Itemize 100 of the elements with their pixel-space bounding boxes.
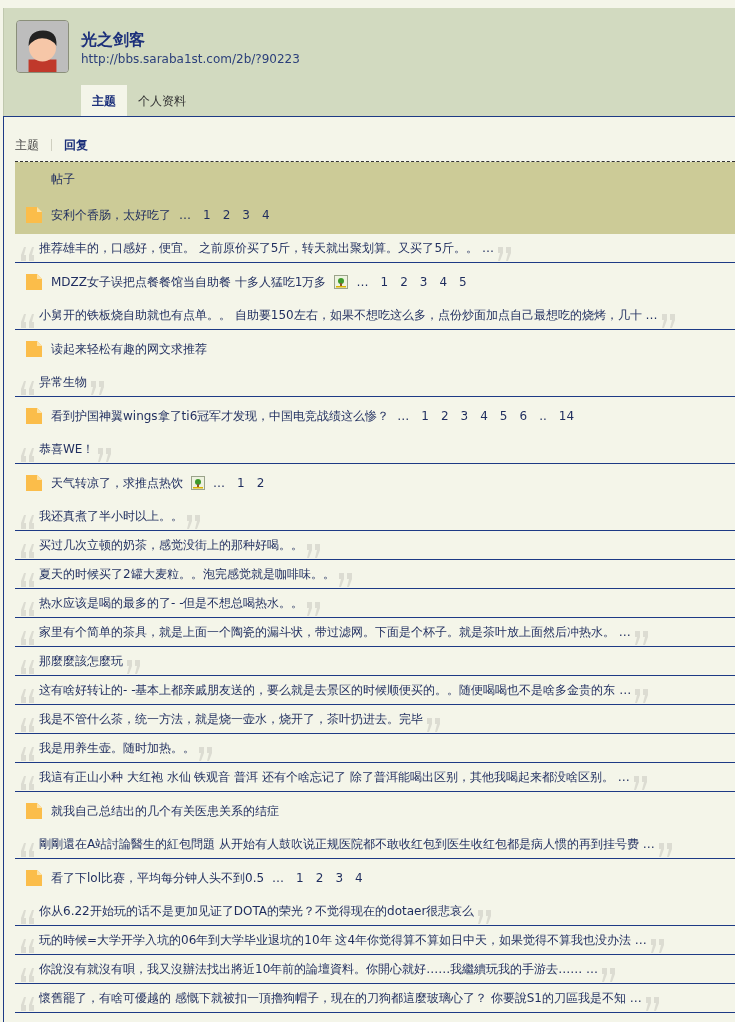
close-quote-icon: [197, 747, 215, 759]
thread-title-link[interactable]: 看了下lol比赛，平均每分钟人头不到0.5: [51, 869, 265, 887]
open-quote-icon: [19, 602, 37, 614]
open-quote-icon: [19, 381, 37, 393]
open-quote-icon: [19, 247, 37, 259]
open-quote-icon: [19, 660, 37, 672]
open-quote-icon: [19, 573, 37, 585]
page-link[interactable]: 2: [440, 407, 449, 425]
filter-tab[interactable]: 主题: [15, 136, 39, 154]
close-quote-icon: [89, 381, 107, 393]
document-icon: [25, 273, 43, 291]
thread-title-link[interactable]: 天气转凉了，求推点热饮: [51, 474, 183, 492]
thread-title-link[interactable]: 安利个香肠，太好吃了: [51, 206, 171, 224]
page-link[interactable]: 14: [558, 407, 575, 425]
open-quote-icon: [19, 689, 37, 701]
page-link[interactable]: 5: [459, 273, 467, 291]
thread-title-link[interactable]: 看到护国神翼wings拿了ti6冠军才发现，中国电竞战绩这么惨？: [51, 407, 390, 425]
ellipsis: …: [179, 207, 191, 224]
reply-excerpt: 剛剛還在A站討論醫生的紅包問題 从开始有人鼓吹说正规医院都不敢收红包到医生收红包都是病人惯的再到挂号费 …: [39, 836, 655, 853]
page-link[interactable]: 2: [222, 206, 231, 224]
open-quote-icon: [19, 776, 37, 788]
profile-tab[interactable]: 个人资料: [127, 85, 197, 116]
page-link[interactable]: 4: [355, 869, 363, 887]
open-quote-icon: [19, 718, 37, 730]
reply-excerpt: 这有啥好转让的- -基本上都亲戚朋友送的，要么就是去景区的时候顺便买的。。随便喝喝也不是啥多金贵的东 …: [39, 682, 632, 699]
column-header: 帖子: [51, 171, 75, 188]
page-link[interactable]: 5: [499, 407, 508, 425]
thread-title-link[interactable]: 读起来轻松有趣的网文求推荐: [51, 340, 207, 358]
open-quote-icon: [19, 843, 37, 855]
ellipsis: …: [356, 274, 369, 291]
reply-excerpt: 我还真煮了半小时以上。。: [39, 508, 183, 525]
reply-excerpt: 我是用养生壶。随时加热。。: [39, 740, 195, 757]
open-quote-icon: [19, 939, 37, 951]
filter-tab[interactable]: 回复: [64, 136, 88, 154]
image-icon: [334, 275, 349, 289]
open-quote-icon: [19, 968, 37, 980]
page-link[interactable]: ..: [539, 407, 547, 425]
document-icon: [25, 802, 43, 820]
reply-excerpt: 小舅开的铁板烧自助就也有点单。。 自助要150左右，如果不想吃这么多，点份炒面加点自己最想吃的烧烤，几十 …: [39, 307, 658, 324]
page-link[interactable]: 2: [315, 869, 324, 887]
reply-excerpt: 热水应该是喝的最多的了- -但是不想总喝热水。。: [39, 595, 304, 612]
close-quote-icon: [631, 776, 650, 788]
close-quote-icon: [656, 843, 675, 855]
close-quote-icon: [659, 314, 678, 326]
close-quote-icon: [643, 997, 662, 1009]
open-quote-icon: [19, 544, 37, 556]
reply-excerpt: 夏天的时候买了2罐大麦粒。。泡完感觉就是咖啡味。。: [39, 566, 335, 583]
profile-link[interactable]: http://bbs.saraba1st.com/2b/?90223: [81, 50, 300, 68]
close-quote-icon: [648, 939, 667, 951]
document-icon: [25, 869, 43, 887]
page-link[interactable]: 3: [419, 273, 428, 291]
page-link[interactable]: 4: [480, 407, 488, 425]
ellipsis: …: [213, 475, 225, 492]
page-link[interactable]: 1: [203, 206, 211, 224]
ellipsis: …: [272, 870, 285, 887]
page-link[interactable]: 2: [256, 474, 265, 492]
page-link[interactable]: 4: [261, 206, 270, 224]
open-quote-icon: [19, 747, 37, 759]
page-link[interactable]: 3: [460, 407, 469, 425]
reply-excerpt: 我這有正山小种 大红袍 水仙 铁观音 普洱 还有个啥忘记了 除了普洱能喝出区别，其他我喝起来都没啥区别。 …: [39, 769, 630, 786]
profile-tab[interactable]: 主题: [81, 85, 127, 116]
page-link[interactable]: 6: [519, 407, 528, 425]
reply-excerpt: 家里有个简单的茶具，就是上面一个陶瓷的漏斗状，带过滤网。下面是个杯子。就是茶叶放上面然后冲热水。 …: [39, 624, 631, 641]
image-icon: [191, 476, 205, 490]
document-icon: [25, 407, 43, 425]
page-link[interactable]: 1: [237, 474, 245, 492]
reply-excerpt: 异常生物: [39, 374, 87, 391]
thread-title-link[interactable]: MDZZ女子误把点餐餐馆当自助餐 十多人猛吃1万多: [51, 273, 327, 291]
page-link[interactable]: 1: [380, 273, 389, 291]
reply-excerpt: 我是不管什么茶，统一方法，就是烧一壶水，烧开了，茶叶扔进去。完毕: [39, 711, 423, 728]
open-quote-icon: [19, 448, 37, 460]
close-quote-icon: [185, 515, 203, 527]
profile-name: 光之剑客: [81, 30, 146, 50]
reply-excerpt: 推荐雄丰的，口感好，便宜。 之前原价买了5斤，转天就出聚划算。又买了5斤。。 …: [39, 240, 494, 257]
close-quote-icon: [632, 631, 651, 643]
document-icon: [25, 206, 43, 224]
reply-excerpt: 你从6.22开始玩的话不是更加见证了DOTA的荣光？不觉得现在的dotaer很悲哀么: [39, 903, 475, 920]
open-quote-icon: [19, 515, 37, 527]
close-quote-icon: [425, 718, 443, 730]
open-quote-icon: [19, 997, 37, 1009]
document-icon: [25, 340, 43, 358]
page-link[interactable]: 1: [296, 869, 304, 887]
reply-excerpt: 你說沒有就沒有唄，我又沒辦法找出將近10年前的論壇資料。你開心就好……我繼續玩我的手游去…… …: [39, 961, 599, 978]
ellipsis: …: [397, 408, 410, 425]
close-quote-icon: [495, 247, 514, 259]
reply-excerpt: 买过几次立顿的奶茶，感觉没街上的那种好喝。。: [39, 537, 303, 554]
close-quote-icon: [125, 660, 143, 672]
reply-excerpt: 恭喜WE！: [39, 441, 95, 458]
page-link[interactable]: 3: [242, 206, 250, 224]
open-quote-icon: [19, 314, 37, 326]
page-link[interactable]: 2: [400, 273, 408, 291]
page-link[interactable]: 3: [335, 869, 343, 887]
close-quote-icon: [305, 544, 323, 556]
reply-excerpt: 懷舊罷了，有啥可優越的 感慨下就被扣一頂擼狗帽子，現在的刀狗都這麼玻璃心了？ 你要說S1的刀區我是不知 …: [39, 990, 642, 1007]
page-link[interactable]: 1: [421, 407, 429, 425]
thread-title-link[interactable]: 就我自己总结出的几个有关医患关系的结症: [51, 802, 279, 820]
page-link[interactable]: 4: [439, 273, 448, 291]
document-icon: [25, 474, 43, 492]
reply-excerpt: 玩的時候=大学开学入坑的06年到大学毕业退坑的10年 这4年你觉得算不算如日中天，如果觉得不算我也没办法 …: [39, 932, 647, 949]
open-quote-icon: [19, 910, 37, 922]
